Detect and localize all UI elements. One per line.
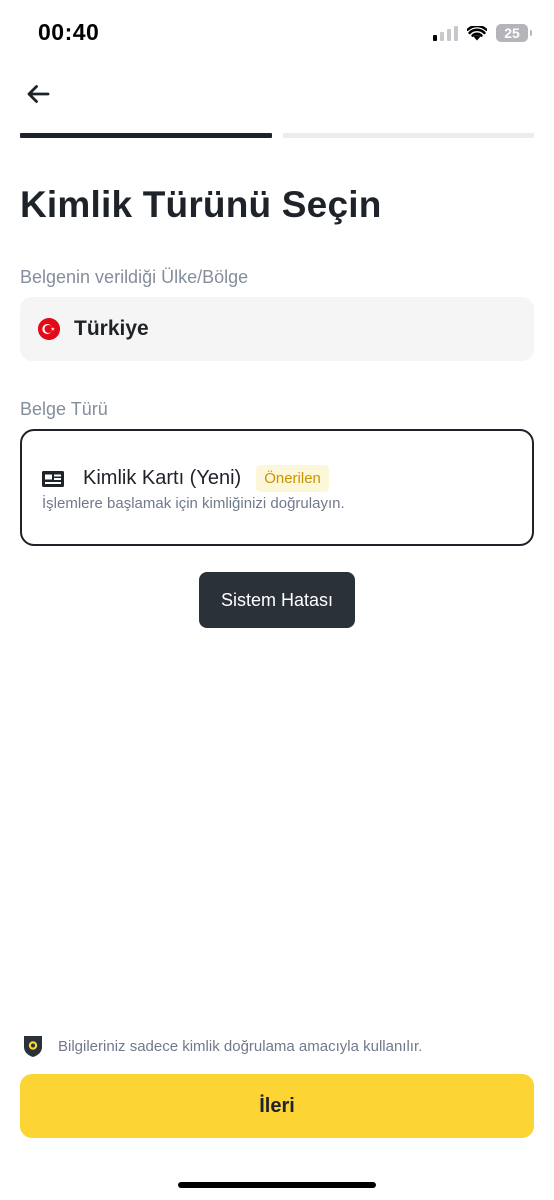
document-option-id-card[interactable]: Kimlik Kartı (Yeni) Önerilen İşlemlere b… bbox=[20, 429, 534, 546]
wifi-icon bbox=[467, 25, 487, 40]
document-name: Kimlik Kartı (Yeni) bbox=[83, 467, 242, 489]
arrow-left-icon bbox=[27, 85, 50, 103]
country-value: Türkiye bbox=[74, 317, 149, 340]
recommended-badge: Önerilen bbox=[256, 465, 329, 492]
shield-icon bbox=[24, 1036, 42, 1057]
next-button[interactable]: İleri bbox=[20, 1074, 534, 1138]
document-type-label: Belge Türü bbox=[20, 399, 108, 419]
privacy-note: Bilgileriniz sadece kimlik doğrulama ama… bbox=[22, 1034, 422, 1058]
back-button[interactable] bbox=[20, 78, 56, 110]
status-bar: 00:40 25 bbox=[0, 0, 554, 66]
home-indicator bbox=[178, 1182, 376, 1188]
toast-message: Sistem Hatası bbox=[220, 589, 334, 610]
privacy-text: Bilgileriniz sadece kimlik doğrulama ama… bbox=[58, 1037, 423, 1055]
battery-icon: 25 bbox=[496, 24, 532, 42]
document-description: İşlemlere başlamak için kimliğinizi doğr… bbox=[42, 495, 345, 512]
turkey-flag-icon bbox=[38, 318, 60, 340]
id-card-icon bbox=[42, 470, 64, 488]
error-toast: Sistem Hatası bbox=[199, 572, 355, 628]
country-label: Belgenin verildiği Ülke/Bölge bbox=[20, 267, 249, 287]
page-title: Kimlik Türünü Seçin bbox=[20, 184, 382, 225]
progress-step-1 bbox=[20, 133, 272, 138]
country-select[interactable]: Türkiye bbox=[20, 297, 534, 361]
status-icons: 25 bbox=[433, 22, 532, 44]
battery-level: 25 bbox=[504, 25, 520, 41]
status-time: 00:40 bbox=[38, 19, 100, 45]
progress-step-2 bbox=[282, 133, 534, 138]
step-progress bbox=[20, 133, 534, 138]
cellular-signal-icon bbox=[433, 25, 458, 41]
